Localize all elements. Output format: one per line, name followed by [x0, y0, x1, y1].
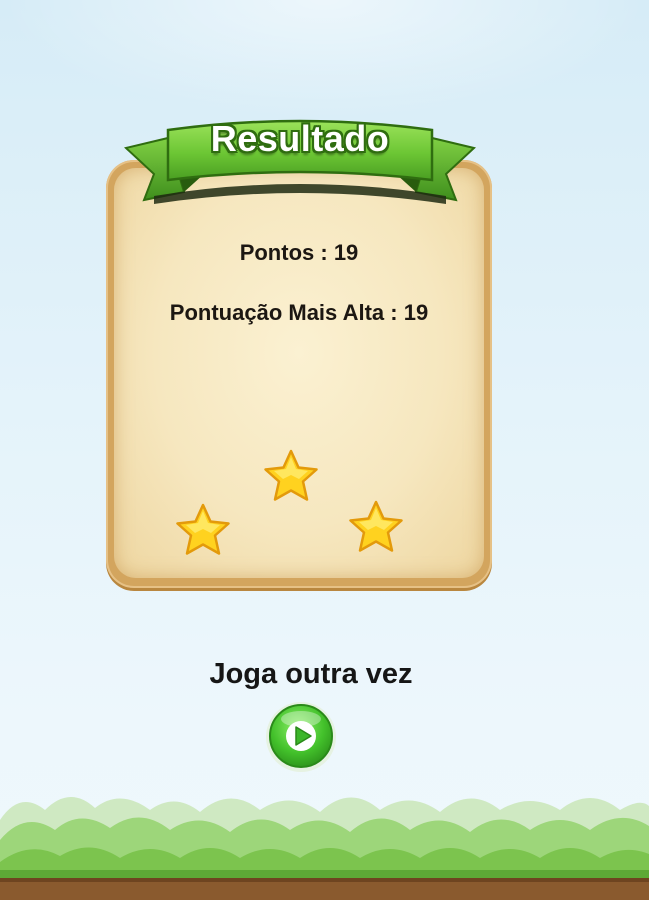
star-icon	[264, 449, 318, 501]
score-line: Pontos : 19	[106, 240, 492, 266]
high-score-separator: :	[384, 300, 404, 325]
play-again-label: Joga outra vez	[209, 658, 413, 690]
result-title: Resultado	[210, 118, 390, 159]
sky-background	[0, 0, 649, 120]
high-score-line: Pontuação Mais Alta : 19	[106, 300, 492, 326]
play-icon	[286, 721, 316, 751]
star-icon	[176, 503, 230, 555]
parchment-card	[114, 168, 484, 578]
score-separator: :	[314, 240, 334, 265]
result-panel	[106, 160, 492, 588]
score-label: Pontos	[239, 240, 315, 265]
play-again-button[interactable]	[264, 699, 338, 773]
high-score-value: 19	[403, 300, 429, 325]
high-score-label: Pontuação Mais Alta	[169, 300, 385, 325]
score-value: 19	[333, 240, 359, 265]
star-icon	[349, 500, 403, 552]
grass-ground	[0, 796, 649, 900]
